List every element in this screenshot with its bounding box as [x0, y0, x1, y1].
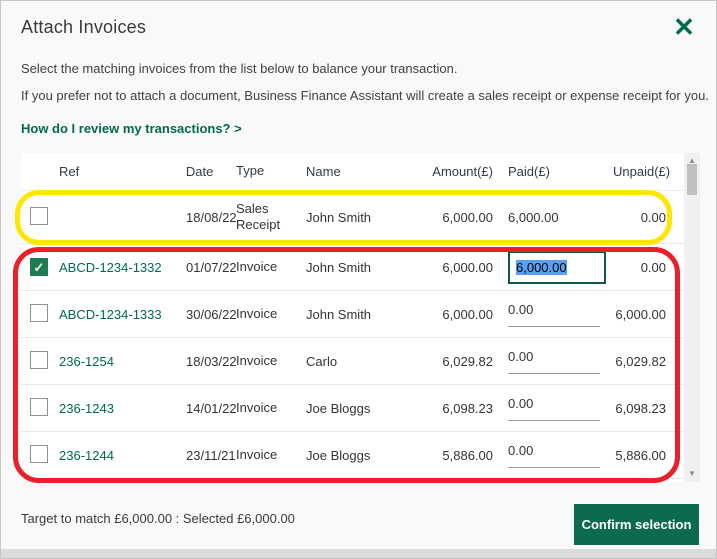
scrollbar-thumb[interactable] — [687, 164, 697, 195]
invoice-ref-link[interactable]: ABCD-1234-1332 — [59, 260, 162, 275]
paid-amount-field[interactable]: 0.00 — [508, 443, 600, 468]
row-type: Sales Receipt — [236, 200, 281, 232]
table-row: 18/08/22 Sales Receipt John Smith 6,000.… — [21, 191, 684, 244]
row-type: Invoice — [236, 352, 278, 368]
row-checkbox[interactable] — [30, 206, 48, 225]
header-date-label: Date — [186, 164, 214, 179]
table-row: 236-1244 23/11/21 Invoice Joe Bloggs 5,8… — [21, 432, 684, 479]
row-type: Invoice — [236, 258, 278, 274]
invoice-table: Ref ▼ Date Type Name Amount(£) Paid(£) U… — [21, 153, 700, 482]
table-row: ✓ ABCD-1234-1332 01/07/22 Invoice John S… — [21, 244, 684, 291]
paid-amount-value: 0.00 — [508, 395, 534, 411]
paid-amount-value: 0.00 — [508, 442, 534, 458]
row-date: 18/03/22 — [186, 353, 236, 369]
row-amount: 5,886.00 — [442, 447, 493, 463]
table-row: 236-1254 18/03/22 Invoice Carlo 6,029.82… — [21, 338, 684, 385]
row-date: 23/11/21 — [186, 447, 236, 463]
dialog-title: Attach Invoices — [21, 17, 147, 37]
row-unpaid: 5,886.00 — [615, 447, 666, 463]
intro-text-2: If you prefer not to attach a document, … — [21, 88, 709, 103]
paid-amount-value: 0.00 — [508, 301, 534, 317]
paid-amount-field[interactable]: 0.00 — [508, 396, 600, 421]
row-unpaid: 6,098.23 — [615, 400, 666, 416]
table-row: 236-1243 14/01/22 Invoice Joe Bloggs 6,0… — [21, 385, 684, 432]
header-date[interactable]: ▼ Date — [186, 164, 236, 179]
row-date: 01/07/22 — [186, 259, 236, 275]
invoice-ref-link[interactable]: 236-1244 — [59, 448, 114, 463]
row-type: Invoice — [236, 399, 278, 415]
row-checkbox[interactable] — [30, 303, 48, 322]
row-name: John Smith — [306, 259, 372, 275]
row-amount: 6,000.00 — [442, 306, 493, 322]
paid-amount-value: 0.00 — [508, 348, 534, 364]
header-paid[interactable]: Paid(£) — [493, 164, 613, 179]
table-header-row: Ref ▼ Date Type Name Amount(£) Paid(£) U… — [21, 153, 684, 191]
scroll-down-icon[interactable]: ▼ — [684, 467, 700, 481]
confirm-selection-button[interactable]: Confirm selection — [574, 504, 699, 545]
paid-amount-value: 6,000.00 — [516, 259, 567, 275]
row-amount: 6,000.00 — [442, 209, 493, 225]
row-unpaid: 6,029.82 — [615, 353, 666, 369]
row-checkbox[interactable] — [30, 444, 48, 463]
paid-amount-field[interactable]: 6,000.00 — [508, 210, 559, 225]
header-amount[interactable]: Amount(£) — [406, 164, 493, 179]
row-amount: 6,000.00 — [442, 259, 493, 275]
intro-text-1: Select the matching invoices from the li… — [21, 61, 458, 76]
header-unpaid[interactable]: Unpaid(£) — [613, 164, 684, 179]
table-body: 18/08/22 Sales Receipt John Smith 6,000.… — [21, 191, 700, 479]
header-type[interactable]: Type — [236, 163, 306, 179]
row-checkbox[interactable] — [30, 397, 48, 416]
row-type: Invoice — [236, 446, 278, 462]
paid-amount-field[interactable]: 6,000.00 — [508, 250, 606, 284]
row-name: Carlo — [306, 353, 338, 369]
row-name: Joe Bloggs — [306, 400, 371, 416]
invoice-ref-link[interactable]: ABCD-1234-1333 — [59, 307, 162, 322]
row-unpaid: 0.00 — [640, 259, 666, 275]
help-link[interactable]: How do I review my transactions? > — [21, 121, 242, 136]
paid-amount-value: 6,000.00 — [508, 209, 559, 225]
target-summary: Target to match £6,000.00 : Selected £6,… — [21, 511, 295, 526]
row-unpaid: 0.00 — [640, 209, 666, 225]
paid-amount-field[interactable]: 0.00 — [508, 349, 600, 374]
paid-amount-field[interactable]: 0.00 — [508, 302, 600, 327]
row-name: Joe Bloggs — [306, 447, 371, 463]
invoice-ref-link[interactable]: 236-1254 — [59, 354, 114, 369]
row-unpaid: 6,000.00 — [615, 306, 666, 322]
row-date: 30/06/22 — [186, 306, 236, 322]
close-icon[interactable]: ✕ — [668, 11, 700, 43]
row-name: John Smith — [306, 306, 372, 322]
header-ref[interactable]: Ref — [59, 164, 186, 179]
row-date: 18/08/22 — [186, 209, 236, 225]
row-checkbox[interactable]: ✓ — [30, 258, 48, 276]
table-scrollbar[interactable]: ▲ ▼ — [684, 153, 700, 482]
bottom-edge-strip — [1, 549, 716, 558]
row-type: Invoice — [236, 305, 278, 321]
row-checkbox[interactable] — [30, 350, 48, 369]
table-row: ABCD-1234-1333 30/06/22 Invoice John Smi… — [21, 291, 684, 338]
header-name[interactable]: Name — [306, 164, 406, 179]
row-amount: 6,098.23 — [442, 400, 493, 416]
row-amount: 6,029.82 — [442, 353, 493, 369]
row-name: John Smith — [306, 209, 372, 225]
invoice-ref-link[interactable]: 236-1243 — [59, 401, 114, 416]
row-date: 14/01/22 — [186, 400, 236, 416]
attach-invoices-dialog: Attach Invoices ✕ Select the matching in… — [0, 0, 717, 559]
